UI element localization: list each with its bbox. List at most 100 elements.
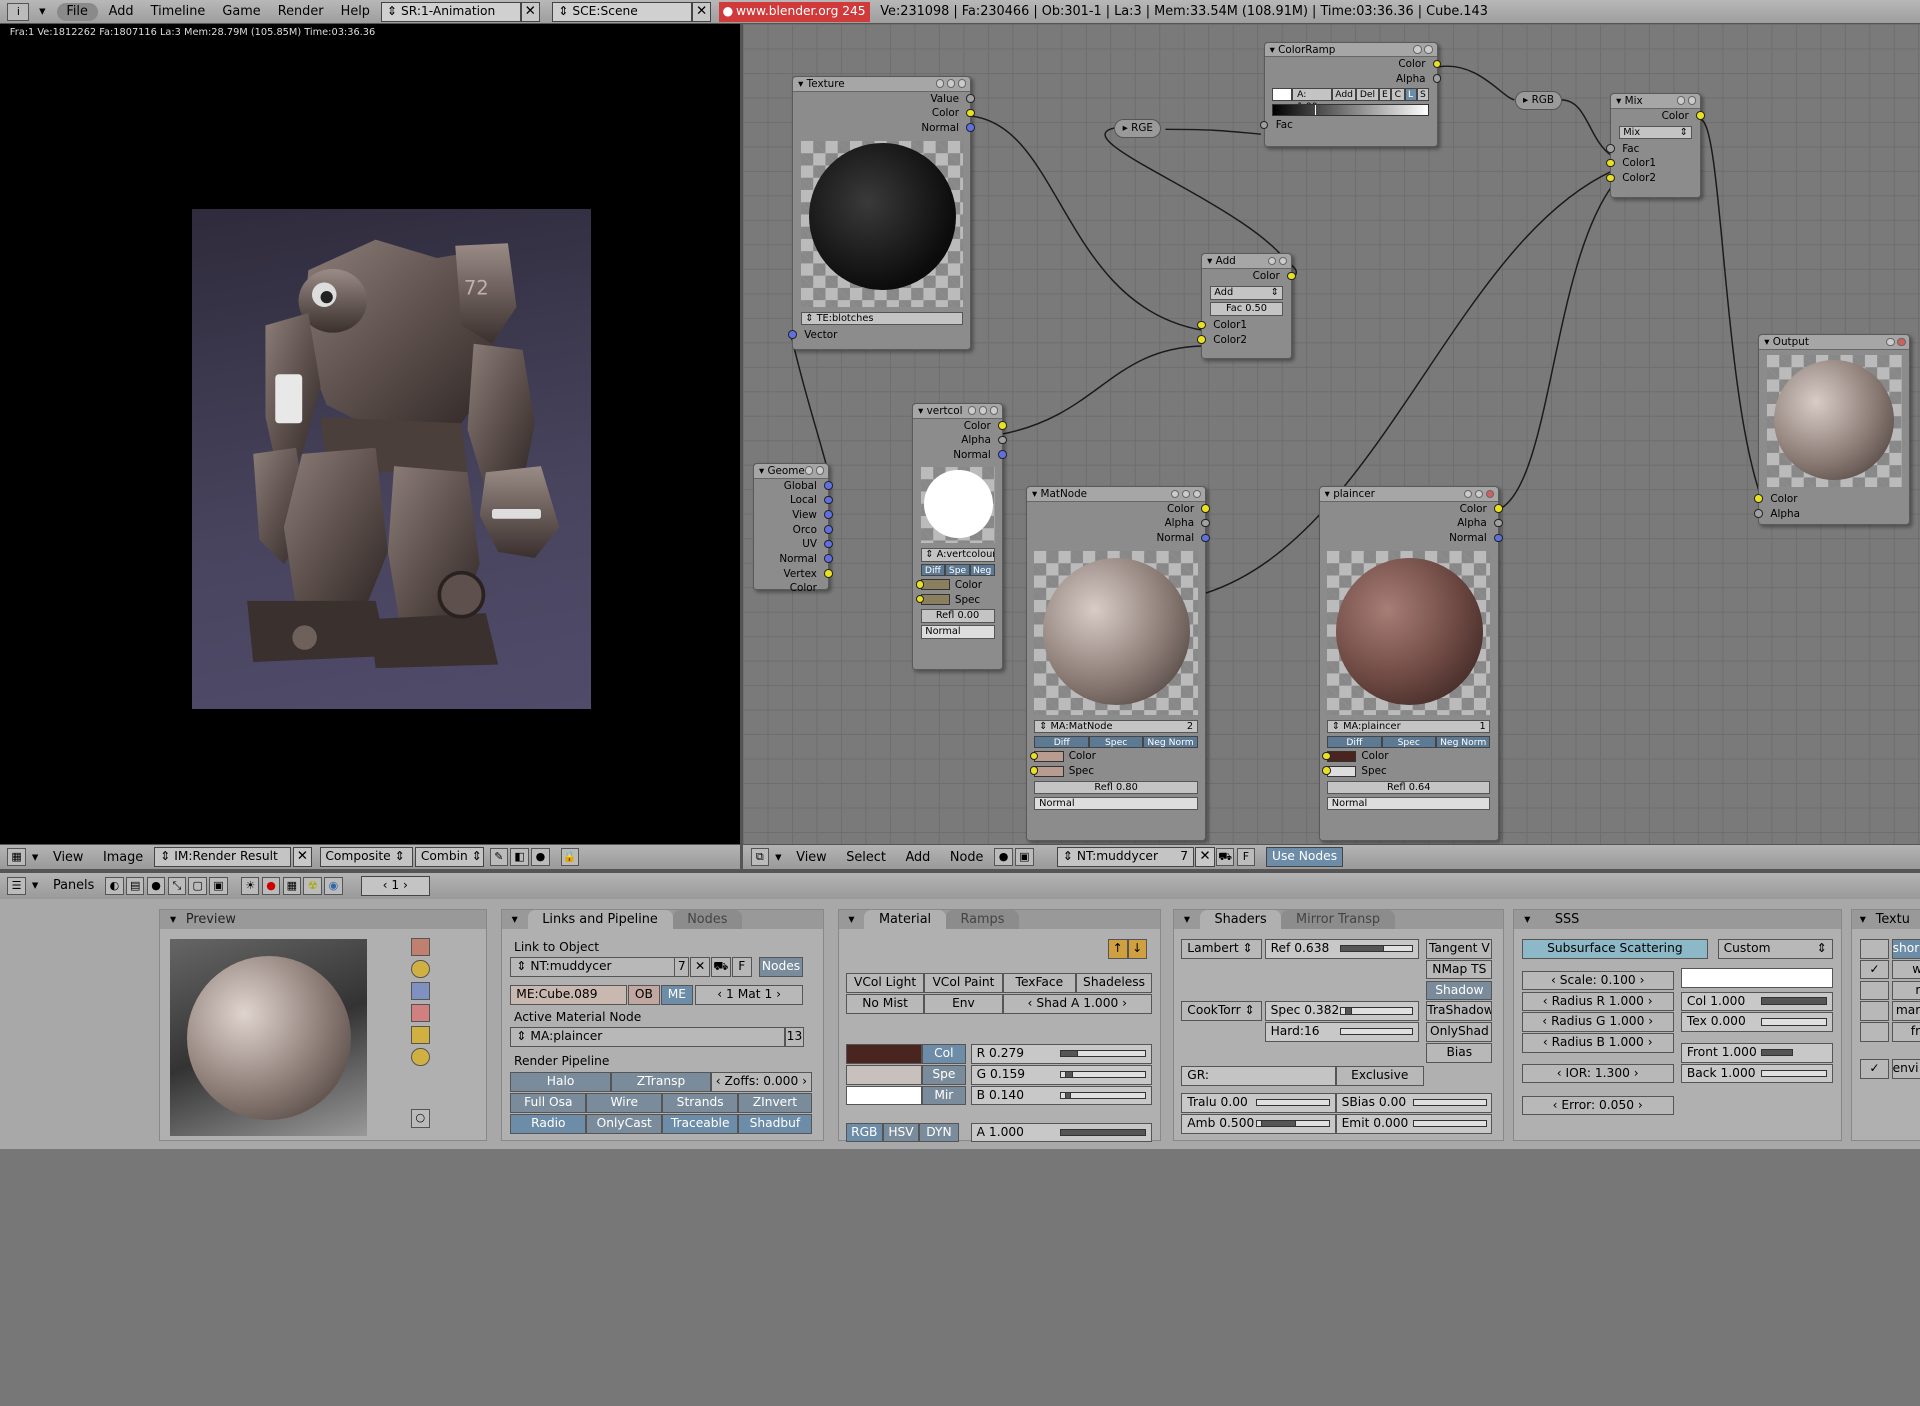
radius-g-field[interactable]: ‹ Radius G 1.000 › [1521,1012,1674,1032]
diffuse-toggle[interactable]: Diff [920,564,946,577]
ztransp-toggle[interactable]: ZTransp [610,1072,712,1092]
spec-swatch[interactable] [1034,765,1064,777]
plaincer-header[interactable]: ▾ plaincer [1319,487,1498,502]
sss-color-swatch[interactable] [1681,968,1833,988]
geom-orco-output[interactable]: Orco [754,523,833,538]
texface-toggle[interactable]: TexFace [1002,973,1077,993]
vertcol-alpha-output[interactable]: Alpha [913,433,1007,448]
image-selector[interactable]: ⇕ IM:Render Result [154,847,292,867]
tab-mirror-transp[interactable]: Mirror Transp [1281,909,1395,930]
texture-normal-output[interactable]: Normal [793,121,975,136]
negate-normal-toggle[interactable]: Neg Norm [1143,735,1198,748]
geom-uv-output[interactable]: UV [754,537,833,552]
halo-toggle[interactable]: Halo [510,1072,611,1092]
vertcol-color-output[interactable]: Color [913,419,1007,434]
check-icon[interactable]: ✓ [1859,959,1890,980]
specular-shader-select[interactable]: CookTorr ⇕ [1181,1001,1263,1021]
output-alpha-input[interactable]: Alpha [1754,507,1909,522]
preview-plane-icon[interactable] [411,937,430,957]
editing-icon[interactable]: ▢ [188,876,207,895]
unlink-button[interactable]: ✕ [690,957,710,977]
texture-slot-3[interactable]: m [1891,980,1920,1001]
vertcol-spec-input[interactable]: Spec [915,592,995,607]
menu-view[interactable]: View [786,850,836,865]
rgb-curves-node-collapsed[interactable]: ▸ RGE [1114,118,1162,139]
plaincer-normal-output[interactable]: Normal [1320,531,1503,546]
ramp-stop[interactable] [1314,104,1316,115]
ior-field[interactable]: ‹ IOR: 1.300 › [1521,1063,1674,1084]
area-divider-vertical[interactable] [739,24,744,870]
spline-button[interactable]: S [1416,87,1430,102]
ref-slider[interactable]: Ref 0.638 [1264,938,1419,959]
logic-icon[interactable]: ◐ [105,876,124,895]
mix-fac-input[interactable]: Fac [1606,142,1700,157]
render-pass-select[interactable]: Combin ⇕ [414,847,484,867]
tab-nodes[interactable]: Nodes [672,909,743,930]
menu-add[interactable]: Add [896,850,940,865]
preview-monkey-icon[interactable] [411,1003,430,1023]
link-me-button[interactable]: ME [660,985,693,1006]
plaincer-color-output[interactable]: Color [1320,502,1503,517]
spec-swatch[interactable] [920,594,950,606]
dyn-mode-button[interactable]: DYN [919,1122,959,1143]
menu-render[interactable]: Render [269,0,332,24]
plaincer-color-input[interactable]: Color [1322,749,1490,764]
chevron-down-icon[interactable]: ▾ [770,850,786,865]
geometry-node-header[interactable]: ▾ Geome [754,463,828,479]
mix-node[interactable]: ▾ Mix Color Mix ⇕ Fac Color1 Color2 [1606,93,1705,199]
node-tree-field[interactable]: ⇕ NT:muddycer [510,957,688,977]
add-color1-input[interactable]: Color1 [1197,318,1291,333]
matnode-color-output[interactable]: Color [1027,502,1211,517]
spec-slider[interactable]: Spec 0.382 [1264,1001,1419,1021]
active-material-field[interactable]: ⇕ MA:plaincer [510,1027,785,1047]
lock-icon[interactable]: 🔒 [560,847,579,867]
texture-slot-check[interactable] [1859,980,1890,1001]
tangent-v-toggle[interactable]: Tangent V [1426,938,1493,959]
tab-links-pipeline[interactable]: Links and Pipeline [527,909,673,930]
matnode-refl-slider[interactable]: Refl 0.80 [1034,780,1198,795]
check-icon[interactable]: ✓ [1859,1058,1890,1079]
plaincer-material-selector[interactable]: ⇕ MA:plaincer 1 [1327,719,1491,734]
bias-toggle[interactable]: Bias [1426,1043,1493,1063]
chevron-down-icon[interactable]: ▾ [31,0,55,24]
texture-slot-check[interactable] [1859,1001,1890,1021]
g-slider[interactable]: G 0.159 [970,1065,1152,1085]
menu-file[interactable]: File [56,2,98,21]
add-mix-node[interactable]: ▾ Add Color Add ⇕ Fac 0.50 Color1 Color2 [1197,253,1296,359]
preview-sky-icon[interactable] [411,1047,430,1067]
vertcol-normal-input[interactable]: Normal [920,625,995,639]
add-stop-button[interactable]: Add [1331,87,1357,102]
rgb-mode-button[interactable]: RGB [845,1122,883,1143]
scene-selector[interactable]: ⇕ SCE:Scene [552,1,692,22]
menu-timeline[interactable]: Timeline [142,0,214,24]
geom-vertex-color-output[interactable]: Vertex Color [754,567,833,594]
color-swatch[interactable] [1327,750,1357,762]
mix-color-output[interactable]: Color [1611,109,1705,124]
texture-slot-5[interactable]: fro [1891,1022,1920,1042]
add-blend-mode-select[interactable]: Add ⇕ [1209,286,1284,300]
nodes-toggle[interactable]: Nodes [758,957,804,977]
negate-normal-toggle[interactable]: Neg [969,564,995,577]
texture-slot-check[interactable] [1859,1022,1890,1042]
delete-screen-button[interactable]: ✕ [520,1,541,22]
texture-slot-6[interactable]: envi [1891,1058,1920,1079]
mesh-field[interactable]: ME:Cube.089 [510,985,627,1006]
tab-ramps[interactable]: Ramps [945,909,1020,930]
node-tree-selector[interactable]: ⇕ NT:muddycer 7 [1056,847,1194,867]
shading-icon[interactable]: ● [146,876,166,895]
sss-col-slider[interactable]: Col 1.000 [1681,991,1833,1012]
amb-slider[interactable]: Amb 0.500 [1181,1114,1336,1134]
output-node-header[interactable]: ▾ Output [1759,335,1910,350]
nmap-ts-toggle[interactable]: NMap TS [1426,959,1493,980]
matnode-header[interactable]: ▾ MatNode [1027,487,1206,502]
sss-preset-select[interactable]: Custom ⇕ [1717,938,1833,959]
menu-node[interactable]: Node [940,850,993,865]
copy-material-icon[interactable]: ↑ [1107,938,1128,959]
matnode-material-node[interactable]: ▾ MatNode Color Alpha Normal ⇕ MA:MatNod… [1026,486,1211,842]
delete-scene-button[interactable]: ✕ [691,1,712,22]
fake-user-button[interactable]: F [1236,847,1256,867]
world-icon[interactable]: ◉ [324,876,343,895]
strands-toggle[interactable]: Strands [662,1093,739,1113]
colorramp-color-output[interactable]: Color [1265,57,1442,72]
vertcol-material-selector[interactable]: ⇕ A:vertcolour [920,548,995,562]
